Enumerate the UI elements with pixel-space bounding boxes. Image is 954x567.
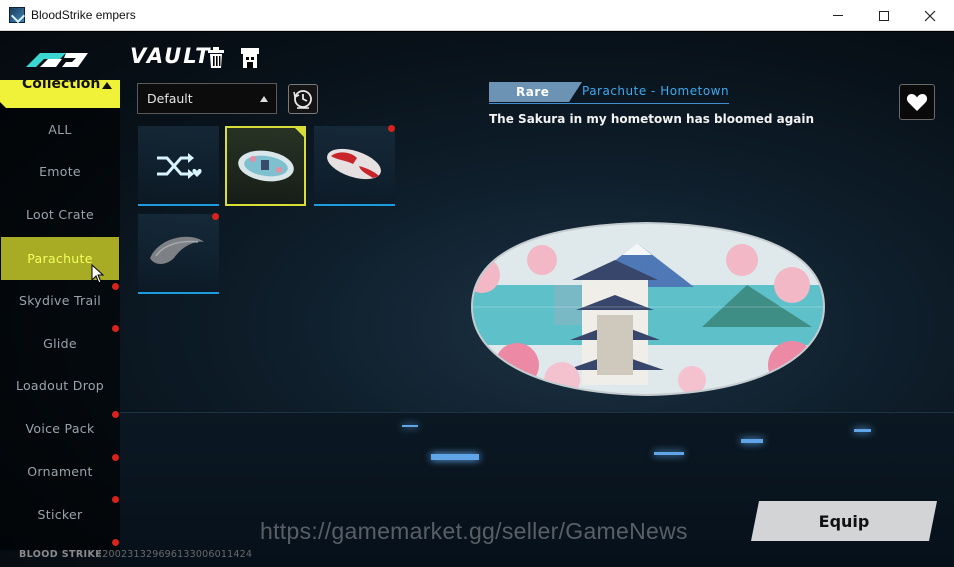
mouse-cursor-icon	[91, 264, 105, 284]
equip-label: Equip	[818, 511, 870, 531]
floor-light	[654, 452, 684, 455]
sidebar-item-label: Emote	[39, 163, 81, 179]
sidebar-item-label: Voice Pack	[25, 420, 95, 436]
sidebar-item-label: Ornament	[27, 463, 93, 479]
sidebar-item-sticker[interactable]: Sticker	[0, 494, 120, 534]
game-viewport: VAULT Collection ALL Emote Loot Crate Pa…	[0, 32, 954, 567]
close-icon	[924, 10, 936, 21]
sidebar-item-all[interactable]: ALL	[0, 109, 120, 149]
sidebar-item-loadout-drop[interactable]: Loadout Drop	[0, 365, 120, 405]
parachute-preview	[470, 221, 826, 397]
floor-light	[741, 439, 763, 443]
floor-light	[854, 429, 871, 432]
history-button[interactable]	[288, 84, 318, 114]
floor-light	[402, 425, 418, 427]
sort-dropdown-value: Default	[147, 91, 193, 106]
item-name: Parachute - Hometown	[582, 84, 730, 98]
sidebar-item-label: Glide	[43, 335, 77, 351]
sidebar-item-label: Skydive Trail	[18, 292, 102, 308]
heart-icon	[906, 94, 928, 111]
collection-tab[interactable]: Collection	[0, 80, 120, 108]
game-logo	[26, 53, 88, 67]
new-badge	[212, 213, 219, 220]
sort-dropdown[interactable]: Default	[137, 83, 277, 114]
grid-item-parachute-hometown[interactable]	[225, 126, 306, 206]
new-badge	[112, 325, 119, 332]
new-badge	[112, 283, 119, 290]
app-icon	[9, 7, 25, 23]
new-badge	[112, 539, 119, 546]
item-description: The Sakura in my hometown has bloomed ag…	[489, 112, 815, 126]
sidebar-item-label: Sticker	[37, 506, 83, 522]
player-id: 1200231329696133006011424	[96, 549, 253, 560]
rarity-badge: Rare	[489, 82, 582, 102]
grid-item-parachute-grey[interactable]	[138, 214, 219, 294]
minimize-button[interactable]	[815, 0, 861, 31]
trash-icon[interactable]	[205, 46, 227, 70]
grid-item-random[interactable]	[138, 126, 219, 206]
sidebar-item-voice-pack[interactable]: Voice Pack	[0, 408, 120, 448]
maximize-button[interactable]	[861, 0, 907, 31]
floor-light	[431, 454, 479, 460]
caret-up-icon	[260, 96, 268, 102]
new-badge	[388, 125, 395, 132]
sidebar-item-label: Parachute	[27, 251, 93, 266]
close-button[interactable]	[907, 0, 953, 31]
sidebar-item-loot-crate[interactable]: Loot Crate	[0, 194, 120, 234]
grid-item-parachute-red[interactable]	[314, 126, 395, 206]
sidebar-item-label: Loadout Drop	[15, 377, 105, 393]
sidebar-item-emote[interactable]: Emote	[0, 151, 120, 191]
parachute-grey-thumbnail	[150, 236, 204, 264]
parachute-hometown-thumbnail	[238, 150, 294, 182]
new-badge	[112, 411, 119, 418]
sidebar-item-glide[interactable]: Glide	[0, 323, 120, 363]
chevron-up-icon	[102, 82, 112, 89]
equip-button[interactable]: Equip	[751, 501, 937, 541]
collection-label: Collection	[22, 76, 101, 92]
footer-brand: BLOOD STRIKE	[19, 549, 103, 560]
sidebar-item-skydive-trail[interactable]: Skydive Trail	[0, 280, 120, 320]
new-badge	[112, 496, 119, 503]
category-sidebar: Collection ALL Emote Loot Crate Parachut…	[0, 80, 120, 550]
market-icon[interactable]	[239, 46, 261, 70]
sidebar-item-ornament[interactable]: Ornament	[0, 451, 120, 491]
shuffle-heart-icon	[157, 153, 202, 179]
minimize-icon	[833, 15, 843, 16]
sidebar-item-label: ALL	[48, 121, 72, 137]
window-title-bar: BloodStrike empers	[0, 0, 954, 31]
history-icon	[293, 90, 312, 109]
watermark: https://gamemarket.gg/seller/GameNews	[260, 518, 688, 544]
window-title: BloodStrike empers	[31, 8, 136, 22]
favorite-button[interactable]	[899, 84, 935, 120]
name-underline	[489, 103, 729, 104]
rarity-label: Rare	[516, 85, 550, 99]
sidebar-item-label: Loot Crate	[25, 206, 95, 222]
maximize-icon	[879, 10, 889, 21]
page-title: VAULT	[130, 44, 212, 68]
selected-corner-marker	[295, 128, 304, 137]
parachute-red-thumbnail	[327, 148, 381, 180]
new-badge	[112, 454, 119, 461]
